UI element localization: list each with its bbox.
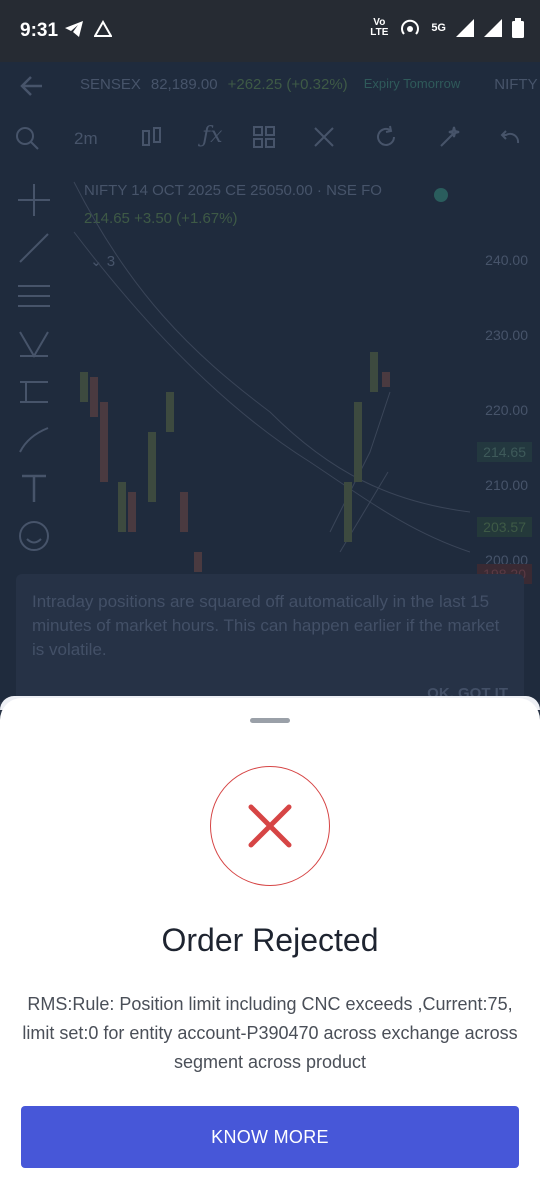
- brush-icon[interactable]: [16, 422, 52, 458]
- battery-icon: [512, 18, 524, 38]
- toast-message: Intraday positions are squared off autom…: [32, 592, 500, 659]
- hotspot-icon: [401, 19, 420, 35]
- rejection-reason: RMS:Rule: Position limit including CNC e…: [22, 994, 518, 1072]
- sheet-title: Order Rejected: [161, 922, 379, 958]
- layout-grid-icon[interactable]: [252, 125, 276, 149]
- indicator-fx-icon[interactable]: ƒx: [202, 123, 223, 148]
- status-bar: 9:31 Vo LTE 5G: [0, 0, 540, 62]
- chart-toolbar: 2m ƒx: [0, 117, 540, 161]
- candlestick-icon[interactable]: [140, 125, 164, 151]
- index-name[interactable]: SENSEX: [80, 76, 141, 93]
- know-more-button[interactable]: KNOW MORE: [21, 1106, 519, 1168]
- drag-handle[interactable]: [250, 718, 290, 723]
- signal-icon: [456, 19, 474, 37]
- network-type-label: 5G: [431, 22, 446, 34]
- measure-icon[interactable]: [16, 374, 52, 410]
- telegram-icon: [65, 21, 83, 37]
- expiry-chip: Expiry Tomorrow: [363, 76, 461, 91]
- refresh-icon[interactable]: [374, 125, 398, 149]
- chart-screen: SENSEX 82,189.00 +262.25 (+0.32%) Expiry…: [0, 62, 540, 702]
- app-notification-icon: [94, 20, 112, 37]
- index-change: +262.25 (+0.32%): [227, 76, 348, 93]
- order-rejected-sheet: Order Rejected RMS:Rule: Position limit …: [0, 698, 540, 1200]
- text-tool-icon[interactable]: [16, 470, 52, 506]
- intraday-info-toast: Intraday positions are squared off autom…: [16, 574, 524, 702]
- next-index-name[interactable]: NIFTY: [494, 76, 537, 93]
- search-icon[interactable]: [14, 125, 40, 151]
- ma-price-tag: 203.57: [477, 517, 532, 537]
- current-price-tag: 214.65: [477, 442, 532, 462]
- horizontal-lines-icon[interactable]: [16, 278, 52, 314]
- price-axis-label: 240.00: [485, 252, 528, 268]
- price-axis-label: 210.00: [485, 477, 528, 493]
- drawing-tools-icon[interactable]: [312, 125, 336, 149]
- signal-2-icon: [484, 19, 502, 37]
- price-chart[interactable]: NIFTY 14 OCT 2025 CE 25050.00 · NSE FO 2…: [70, 172, 540, 584]
- close-x-icon: [248, 804, 292, 848]
- crosshair-icon[interactable]: [16, 182, 52, 218]
- price-axis-label: 230.00: [485, 327, 528, 343]
- magic-icon[interactable]: [438, 125, 462, 149]
- rejected-status-circle: [210, 766, 330, 886]
- volte-icon: Vo LTE: [370, 17, 389, 38]
- back-arrow-icon[interactable]: [18, 72, 46, 100]
- price-axis-label: 220.00: [485, 402, 528, 418]
- top-bar: SENSEX 82,189.00 +262.25 (+0.32%) Expiry…: [0, 62, 540, 110]
- interval-selector[interactable]: 2m: [74, 129, 98, 149]
- trend-line-icon[interactable]: [16, 230, 52, 266]
- emoji-icon[interactable]: [16, 518, 52, 554]
- undo-icon[interactable]: [498, 125, 522, 149]
- index-value: 82,189.00: [150, 76, 218, 93]
- pattern-icon[interactable]: [16, 326, 52, 362]
- candles-plot: [73, 181, 470, 572]
- status-time: 9:31: [20, 20, 59, 41]
